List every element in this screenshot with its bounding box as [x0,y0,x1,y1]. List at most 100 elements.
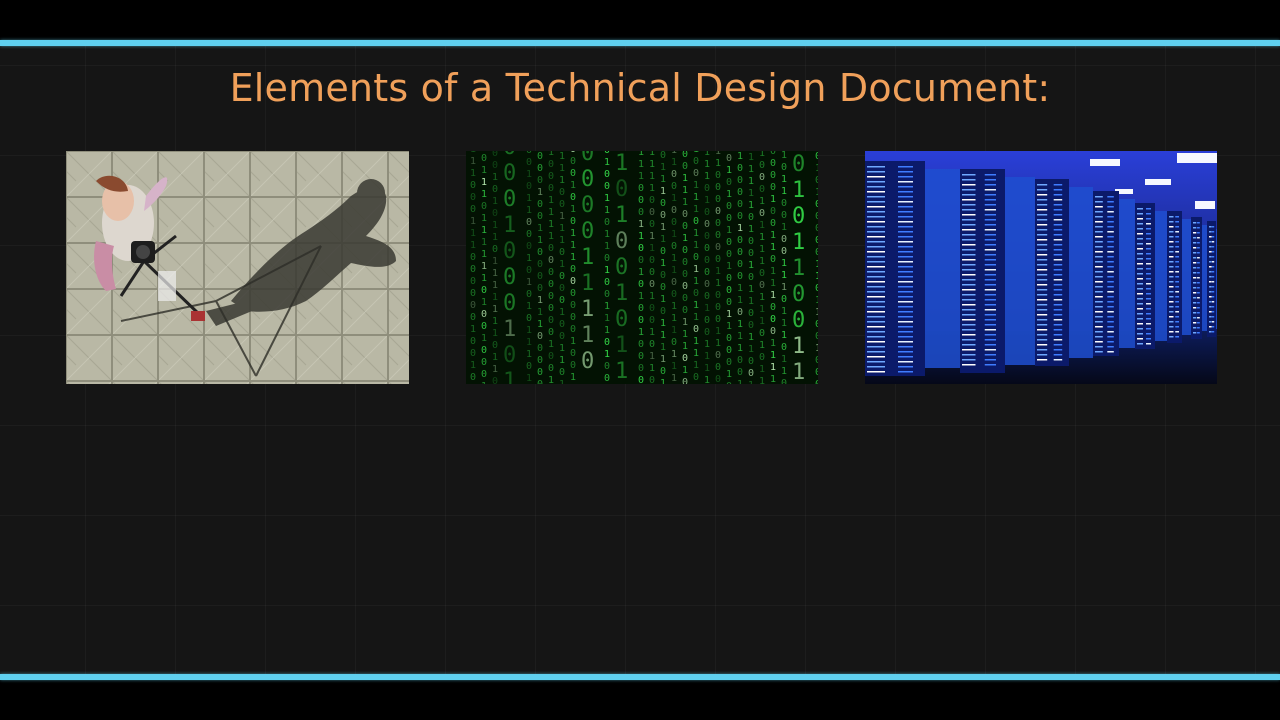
svg-text:0: 0 [693,372,699,383]
svg-text:0: 0 [638,183,644,194]
svg-text:1: 1 [526,193,532,204]
svg-text:0: 0 [481,201,487,212]
svg-text:1: 1 [638,171,644,182]
svg-text:0: 0 [704,183,710,194]
svg-text:0: 0 [548,255,554,266]
svg-text:0: 0 [638,303,644,314]
svg-text:1: 1 [570,240,576,251]
svg-text:0: 0 [671,289,677,300]
svg-text:0: 0 [548,159,554,170]
svg-text:0: 0 [737,211,743,222]
svg-text:1: 1 [815,295,818,306]
svg-text:1: 1 [548,375,554,384]
svg-text:0: 0 [604,151,610,156]
svg-text:0: 0 [526,241,532,252]
svg-text:0: 0 [726,285,732,296]
svg-text:0: 0 [470,312,476,323]
svg-text:0: 0 [526,289,532,300]
svg-text:1: 1 [638,231,644,242]
svg-text:0: 0 [526,181,532,192]
svg-text:0: 0 [537,151,543,162]
svg-text:0: 0 [815,355,818,366]
svg-text:0: 0 [693,156,699,167]
svg-text:1: 1 [704,159,710,170]
svg-text:0: 0 [559,187,565,198]
svg-text:0: 0 [715,290,721,301]
svg-text:0: 0 [526,151,532,156]
svg-text:1: 1 [737,319,743,330]
svg-text:1: 1 [693,360,699,371]
svg-text:1: 1 [737,343,743,354]
svg-text:1: 1 [604,265,610,276]
svg-text:1: 1 [759,196,765,207]
svg-text:0: 0 [770,151,776,157]
svg-text:0: 0 [492,151,498,159]
svg-text:0: 0 [559,331,565,342]
svg-text:0: 0 [526,217,532,228]
svg-text:0: 0 [671,241,677,252]
svg-text:1: 1 [671,229,677,240]
svg-text:0: 0 [570,348,576,359]
svg-text:0: 0 [638,363,644,374]
svg-text:1: 1 [682,329,688,340]
svg-text:1: 1 [492,232,498,243]
svg-text:0: 0 [815,199,818,210]
svg-text:1: 1 [660,318,666,329]
svg-text:1: 1 [792,230,805,255]
svg-text:1: 1 [559,379,565,384]
svg-text:0: 0 [570,360,576,371]
svg-text:0: 0 [570,264,576,275]
svg-text:0: 0 [570,192,576,203]
svg-text:0: 0 [748,320,754,331]
svg-text:1: 1 [559,307,565,318]
svg-text:0: 0 [704,291,710,302]
svg-text:1: 1 [671,325,677,336]
svg-text:1: 1 [726,369,732,380]
svg-text:1: 1 [481,189,487,200]
svg-text:1: 1 [759,220,765,231]
svg-text:1: 1 [649,243,655,254]
svg-text:0: 0 [526,229,532,240]
svg-text:0: 0 [781,210,787,221]
svg-text:1: 1 [759,304,765,315]
svg-text:1: 1 [492,352,498,363]
svg-text:0: 0 [715,206,721,217]
svg-text:0: 0 [815,223,818,234]
svg-text:0: 0 [792,308,805,333]
bottom-accent-bar [0,674,1280,680]
svg-text:1: 1 [671,151,677,156]
svg-text:1: 1 [671,349,677,360]
svg-text:1: 1 [693,240,699,251]
svg-text:1: 1 [570,336,576,347]
svg-text:0: 0 [649,339,655,350]
svg-text:1: 1 [770,230,776,241]
svg-text:0: 0 [581,349,594,374]
svg-text:0: 0 [726,333,732,344]
svg-text:1: 1 [671,361,677,372]
svg-text:1: 1 [682,365,688,376]
svg-text:1: 1 [649,327,655,338]
svg-text:0: 0 [559,199,565,210]
svg-text:1: 1 [682,233,688,244]
svg-text:0: 0 [649,267,655,278]
svg-text:1: 1 [492,196,498,207]
svg-text:1: 1 [649,183,655,194]
svg-text:1: 1 [649,171,655,182]
svg-text:0: 0 [770,314,776,325]
svg-text:0: 0 [638,195,644,206]
svg-text:1: 1 [792,360,805,384]
svg-text:1: 1 [492,256,498,267]
svg-text:0: 0 [715,362,721,373]
svg-text:0: 0 [693,288,699,299]
svg-text:0: 0 [671,169,677,180]
svg-text:1: 1 [492,280,498,291]
svg-text:0: 0 [660,198,666,209]
svg-text:1: 1 [748,200,754,211]
svg-text:0: 0 [737,367,743,378]
slide-title: Elements of a Technical Design Document: [229,66,1051,110]
svg-text:1: 1 [704,351,710,362]
svg-text:0: 0 [726,381,732,384]
svg-text:0: 0 [470,288,476,299]
svg-text:1: 1 [792,256,805,281]
svg-text:0: 0 [781,246,787,257]
